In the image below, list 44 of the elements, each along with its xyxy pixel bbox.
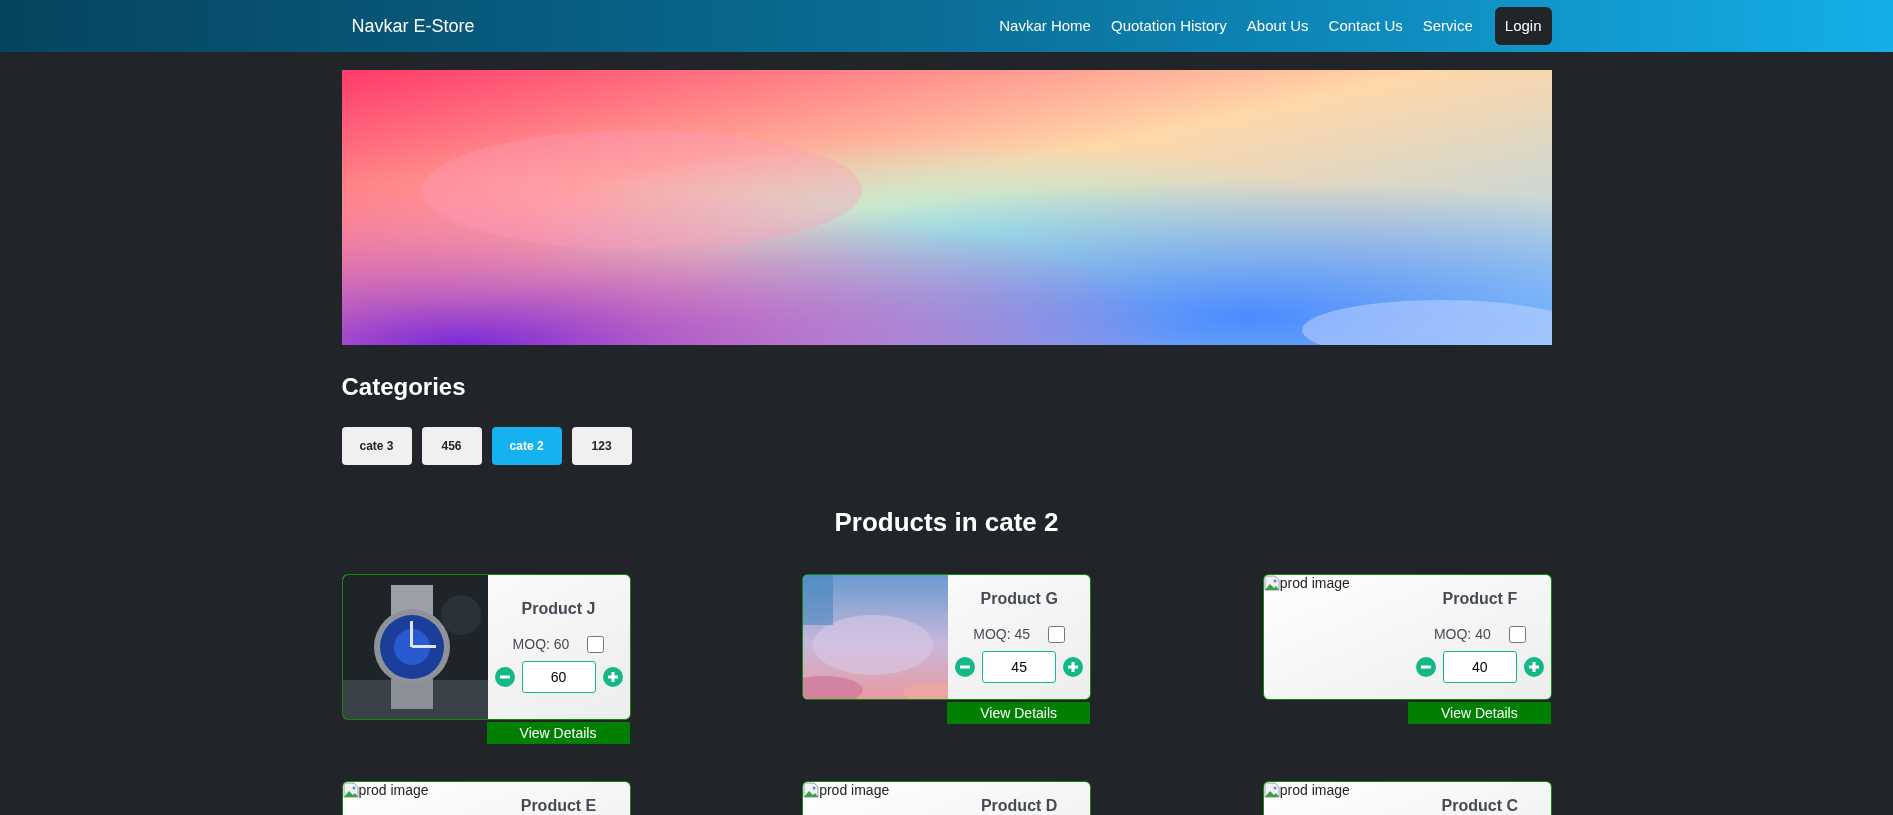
- minus-icon[interactable]: [494, 667, 515, 687]
- nav-link[interactable]: Contact Us: [1320, 14, 1411, 38]
- plus-icon[interactable]: [1523, 657, 1544, 677]
- section-heading: Products in cate 2: [834, 506, 1059, 539]
- plus-icon[interactable]: [1063, 657, 1084, 677]
- image-alt-text: prod image: [1279, 782, 1350, 798]
- image-alt-text: prod image: [819, 782, 890, 798]
- broken-image-icon: [1263, 575, 1280, 591]
- brand-name[interactable]: Navkar E-Store: [341, 12, 475, 40]
- quantity-field[interactable]: 40: [1442, 651, 1517, 683]
- view-details-button[interactable]: View Details: [1407, 702, 1551, 724]
- product-name: Product D: [980, 796, 1058, 815]
- plus-icon[interactable]: [602, 667, 623, 687]
- checkbox[interactable]: [1508, 626, 1526, 643]
- checkbox[interactable]: [1048, 626, 1066, 643]
- quantity-field[interactable]: 60: [521, 661, 596, 693]
- checkbox[interactable]: [587, 636, 605, 653]
- moq-label: MOQ: 40: [1433, 625, 1491, 644]
- broken-image-icon: [342, 782, 359, 798]
- nav-link[interactable]: Navkar Home: [991, 14, 1099, 38]
- product-name: Product J: [521, 599, 596, 619]
- category-button[interactable]: cate 3: [341, 427, 412, 465]
- quantity-field[interactable]: 45: [982, 651, 1057, 683]
- product-name: Product F: [1442, 589, 1518, 609]
- nav-link[interactable]: About Us: [1238, 14, 1317, 38]
- section-heading: Categories: [341, 372, 466, 402]
- image-alt-text: prod image: [358, 782, 429, 798]
- category-button[interactable]: 456: [421, 427, 482, 465]
- category-button[interactable]: 123: [571, 427, 632, 465]
- minus-icon[interactable]: [1415, 657, 1436, 677]
- moq-label: MOQ: 60: [512, 635, 570, 654]
- broken-image-icon: [803, 782, 820, 798]
- product-name: Product G: [980, 589, 1058, 609]
- view-details-button[interactable]: View Details: [486, 722, 630, 744]
- minus-icon[interactable]: [955, 657, 976, 677]
- nav-link[interactable]: Service: [1414, 14, 1481, 38]
- view-details-button[interactable]: View Details: [947, 702, 1091, 724]
- product-name: Product C: [1441, 796, 1519, 815]
- product-name: Product E: [520, 796, 597, 815]
- broken-image-icon: [1263, 782, 1280, 798]
- nav-link[interactable]: Quotation History: [1102, 14, 1235, 38]
- login-button[interactable]: Login: [1494, 6, 1552, 46]
- moq-label: MOQ: 45: [973, 625, 1031, 644]
- image-alt-text: prod image: [1279, 575, 1350, 591]
